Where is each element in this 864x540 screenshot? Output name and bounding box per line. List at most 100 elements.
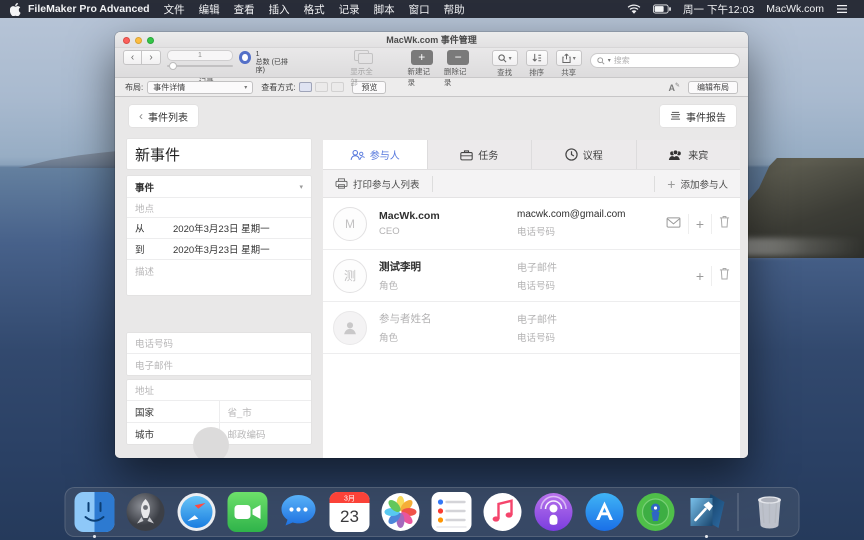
battery-icon[interactable] bbox=[653, 4, 671, 14]
podcasts-icon[interactable] bbox=[534, 492, 574, 532]
participant-role[interactable]: 角色 bbox=[379, 278, 517, 292]
participant-row[interactable]: 测 测试李明 角色 电子邮件 电话号码 + bbox=[323, 250, 740, 302]
finder-icon[interactable] bbox=[75, 492, 115, 532]
apple-menu-icon[interactable] bbox=[10, 3, 21, 16]
menubar-account[interactable]: MacWk.com bbox=[766, 3, 824, 15]
safari-icon[interactable] bbox=[177, 492, 217, 532]
event-report-button[interactable]: 事件报告 bbox=[660, 105, 736, 127]
table-view-icon[interactable] bbox=[331, 82, 344, 92]
minimize-button[interactable] bbox=[135, 37, 142, 44]
menubar-clock[interactable]: 周一 下午12:03 bbox=[683, 2, 754, 17]
menu-records[interactable]: 记录 bbox=[339, 2, 360, 17]
tab-guests[interactable]: 来宾 bbox=[637, 140, 741, 169]
menubar-app-name[interactable]: FileMaker Pro Advanced bbox=[28, 3, 150, 15]
new-record-icon[interactable]: + bbox=[411, 50, 433, 65]
country-field[interactable]: 国家 bbox=[127, 401, 220, 422]
event-title-field[interactable]: 新事件 bbox=[127, 139, 311, 169]
add-row-icon[interactable]: + bbox=[696, 269, 704, 283]
delete-record-icon[interactable]: − bbox=[447, 50, 469, 65]
zoom-button[interactable] bbox=[147, 37, 154, 44]
delete-row-icon[interactable] bbox=[719, 215, 730, 233]
zip-field[interactable]: 邮政编码 bbox=[220, 423, 312, 444]
edit-layout-button[interactable]: 编辑布局 bbox=[688, 81, 738, 94]
sort-button[interactable] bbox=[526, 50, 548, 66]
new-record-group[interactable]: + 新建记录 bbox=[408, 50, 436, 88]
event-type-row[interactable]: 事件 ▾ bbox=[127, 176, 311, 198]
chevron-left-icon: ‹ bbox=[139, 109, 143, 123]
phone-field[interactable]: 电话号码 bbox=[127, 333, 311, 354]
add-participant-button[interactable]: + 添加参与人 bbox=[655, 170, 740, 197]
form-view-icon[interactable] bbox=[299, 82, 312, 92]
list-view-icon[interactable] bbox=[315, 82, 328, 92]
event-list-back-button[interactable]: ‹ 事件列表 bbox=[129, 105, 198, 127]
delete-row-icon[interactable] bbox=[719, 267, 730, 285]
email-field[interactable]: 电子邮件 bbox=[127, 354, 311, 375]
menu-file[interactable]: 文件 bbox=[164, 2, 185, 17]
from-date-row[interactable]: 从 2020年3月23日 星期一 bbox=[127, 218, 311, 239]
filemaker-pro-icon[interactable] bbox=[687, 492, 727, 532]
photos-icon[interactable] bbox=[381, 492, 421, 532]
participant-row[interactable]: M MacWk.com CEO macwk.com@gmail.com 电话号码… bbox=[323, 198, 740, 250]
participant-role[interactable]: CEO bbox=[379, 226, 517, 237]
state-field[interactable]: 省_市 bbox=[220, 401, 312, 422]
tab-tasks[interactable]: 任务 bbox=[428, 140, 533, 169]
green-disc-app-icon[interactable] bbox=[636, 492, 676, 532]
launchpad-icon[interactable] bbox=[126, 492, 166, 532]
menu-scripts[interactable]: 脚本 bbox=[374, 2, 395, 17]
menu-window[interactable]: 窗口 bbox=[409, 2, 430, 17]
current-record-field[interactable]: 1 bbox=[167, 50, 233, 61]
participant-phone[interactable]: 电话号码 bbox=[517, 224, 666, 238]
description-field[interactable]: 描述 bbox=[127, 260, 311, 295]
edit-layout-mode-icon[interactable]: A✎ bbox=[668, 82, 680, 93]
previous-record-button[interactable]: ‹ bbox=[123, 50, 142, 65]
menu-help[interactable]: 帮助 bbox=[444, 2, 465, 17]
participant-phone[interactable]: 电话号码 bbox=[517, 278, 696, 292]
email-action-icon[interactable] bbox=[666, 215, 681, 233]
show-all-group[interactable]: 显示全部 bbox=[350, 50, 378, 88]
facetime-icon[interactable] bbox=[228, 492, 268, 532]
trash-icon[interactable] bbox=[750, 492, 790, 532]
menu-edit[interactable]: 编辑 bbox=[199, 2, 220, 17]
status-toolbar: ‹ › 1 1 总数 (已排序) 记录 bbox=[115, 48, 748, 78]
sort-group[interactable]: 排序 bbox=[526, 50, 548, 78]
record-slider[interactable] bbox=[167, 62, 233, 70]
appstore-icon[interactable] bbox=[585, 492, 625, 532]
next-record-button[interactable]: › bbox=[142, 50, 161, 65]
reminders-icon[interactable] bbox=[432, 492, 472, 532]
layout-dropdown[interactable]: 事件详情 ▾ bbox=[147, 81, 253, 94]
participant-role-placeholder[interactable]: 角色 bbox=[379, 330, 517, 344]
participant-email[interactable]: macwk.com@gmail.com bbox=[517, 209, 666, 220]
print-participants-button[interactable]: 打印参与人列表 bbox=[323, 170, 432, 197]
music-icon[interactable] bbox=[483, 492, 523, 532]
share-group[interactable]: ▾ 共享 bbox=[556, 50, 582, 78]
participant-name-placeholder[interactable]: 参与者姓名 bbox=[379, 311, 517, 326]
found-set-pie-icon[interactable] bbox=[239, 51, 251, 64]
to-date-row[interactable]: 到 2020年3月23日 星期一 bbox=[127, 239, 311, 260]
delete-record-group[interactable]: − 删除记录 bbox=[444, 50, 472, 88]
calendar-icon[interactable]: 3月23 bbox=[330, 492, 370, 532]
location-field[interactable]: 地点 bbox=[127, 198, 311, 218]
participant-email[interactable]: 电子邮件 bbox=[517, 259, 696, 274]
participant-name[interactable]: MacWk.com bbox=[379, 210, 517, 222]
menu-format[interactable]: 格式 bbox=[304, 2, 325, 17]
record-slider-thumb[interactable] bbox=[169, 62, 177, 70]
menu-view[interactable]: 查看 bbox=[234, 2, 255, 17]
address-field[interactable]: 地址 bbox=[127, 380, 311, 401]
menu-insert[interactable]: 插入 bbox=[269, 2, 290, 17]
tab-participants[interactable]: 参与人 bbox=[323, 140, 428, 169]
participant-name[interactable]: 测试李明 bbox=[379, 259, 517, 274]
messages-icon[interactable] bbox=[279, 492, 319, 532]
add-row-icon[interactable]: + bbox=[696, 217, 704, 231]
tab-agenda[interactable]: 议程 bbox=[532, 140, 637, 169]
participant-phone-placeholder[interactable]: 电话号码 bbox=[517, 330, 730, 344]
quick-search-field[interactable]: ▾ 搜索 bbox=[590, 53, 740, 68]
notification-center-icon[interactable] bbox=[836, 4, 848, 14]
find-button[interactable]: ▾ bbox=[492, 50, 518, 66]
wifi-icon[interactable] bbox=[627, 4, 641, 15]
share-button[interactable]: ▾ bbox=[556, 50, 582, 66]
window-titlebar[interactable]: MacWk.com 事件管理 bbox=[115, 32, 748, 48]
find-group[interactable]: ▾ 查找 bbox=[492, 50, 518, 78]
close-button[interactable] bbox=[123, 37, 130, 44]
participant-row-empty[interactable]: 参与者姓名 角色 电子邮件 电话号码 bbox=[323, 302, 740, 354]
participant-email-placeholder[interactable]: 电子邮件 bbox=[517, 311, 730, 326]
